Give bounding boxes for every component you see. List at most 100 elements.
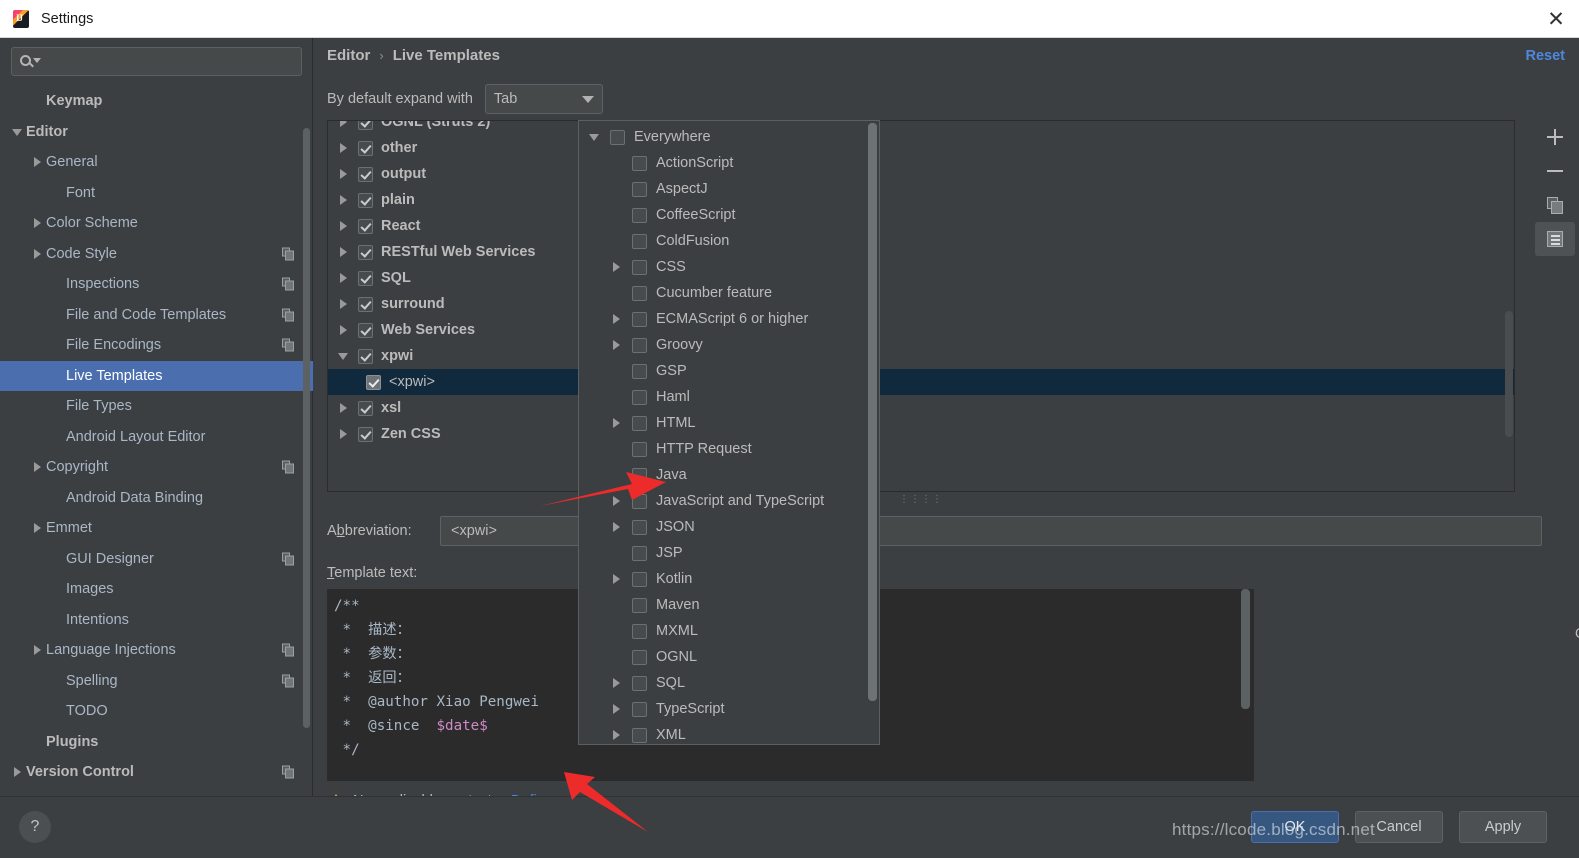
- add-template-button[interactable]: [1535, 120, 1575, 154]
- chevron-right-icon[interactable]: [30, 520, 46, 536]
- popup-scrollbar[interactable]: [868, 123, 877, 701]
- chevron-right-icon[interactable]: [609, 675, 625, 691]
- sidebar-item-plugins[interactable]: Plugins: [0, 727, 313, 758]
- template-group-row[interactable]: xpwi: [328, 343, 1514, 369]
- context-item-aspectj[interactable]: AspectJ: [579, 176, 879, 202]
- context-item-javascript-and-typescript[interactable]: JavaScript and TypeScript: [579, 488, 879, 514]
- panel-splitter[interactable]: ⋮⋮⋮⋮: [327, 494, 1515, 506]
- chevron-right-icon[interactable]: [609, 493, 625, 509]
- context-checkbox[interactable]: [632, 311, 647, 327]
- template-group-row[interactable]: other: [328, 135, 1514, 161]
- context-item-typescript[interactable]: TypeScript: [579, 696, 879, 722]
- sidebar-item-live-templates[interactable]: Live Templates: [0, 360, 313, 391]
- context-checkbox[interactable]: [632, 519, 647, 535]
- context-item-mxml[interactable]: MXML: [579, 618, 879, 644]
- context-item-haml[interactable]: Haml: [579, 384, 879, 410]
- template-editor-scrollbar[interactable]: [1241, 589, 1250, 709]
- template-enabled-checkbox[interactable]: [358, 244, 373, 260]
- template-enabled-checkbox[interactable]: [358, 218, 373, 234]
- chevron-right-icon[interactable]: [336, 166, 352, 182]
- template-enabled-checkbox[interactable]: [358, 322, 373, 338]
- context-checkbox[interactable]: [632, 675, 647, 691]
- sidebar-item-keymap[interactable]: Keymap: [0, 86, 313, 117]
- chevron-down-icon[interactable]: [587, 129, 603, 145]
- template-item[interactable]: <xpwi>: [328, 369, 1514, 395]
- context-item-everywhere[interactable]: Everywhere: [579, 124, 879, 150]
- context-item-jsp[interactable]: JSP: [579, 540, 879, 566]
- context-checkbox[interactable]: [610, 129, 625, 145]
- chevron-right-icon[interactable]: [609, 259, 625, 275]
- chevron-right-icon[interactable]: [10, 764, 26, 780]
- template-enabled-checkbox[interactable]: [358, 121, 373, 130]
- duplicate-template-button[interactable]: [1535, 188, 1575, 222]
- context-checkbox[interactable]: [632, 701, 647, 717]
- template-enabled-checkbox[interactable]: [358, 166, 373, 182]
- sidebar-item-language-injections[interactable]: Language Injections: [0, 635, 313, 666]
- template-enabled-checkbox[interactable]: [358, 400, 373, 416]
- sidebar-item-copyright[interactable]: Copyright: [0, 452, 313, 483]
- chevron-right-icon[interactable]: [609, 337, 625, 353]
- chevron-right-icon[interactable]: [336, 296, 352, 312]
- chevron-right-icon[interactable]: [609, 701, 625, 717]
- chevron-right-icon[interactable]: [30, 154, 46, 170]
- sidebar-item-file-encodings[interactable]: File Encodings: [0, 330, 313, 361]
- chevron-right-icon[interactable]: [336, 121, 352, 130]
- chevron-right-icon[interactable]: [336, 140, 352, 156]
- chevron-down-icon[interactable]: [10, 124, 26, 140]
- sidebar-item-spelling[interactable]: Spelling: [0, 666, 313, 697]
- context-item-groovy[interactable]: Groovy: [579, 332, 879, 358]
- restore-defaults-button[interactable]: [1535, 222, 1575, 256]
- context-item-sql[interactable]: SQL: [579, 670, 879, 696]
- template-enabled-checkbox[interactable]: [366, 374, 381, 390]
- sidebar-item-color-scheme[interactable]: Color Scheme: [0, 208, 313, 239]
- context-item-coldfusion[interactable]: ColdFusion: [579, 228, 879, 254]
- sidebar-item-android-data-binding[interactable]: Android Data Binding: [0, 483, 313, 514]
- sidebar-item-general[interactable]: General: [0, 147, 313, 178]
- shorten-fq-option-row[interactable]: Shorten FQ names: [1575, 724, 1579, 740]
- template-group-row[interactable]: Zen CSS: [328, 421, 1514, 447]
- sidebar-item-font[interactable]: Font: [0, 178, 313, 209]
- context-item-java[interactable]: Java: [579, 462, 879, 488]
- context-item-gsp[interactable]: GSP: [579, 358, 879, 384]
- context-checkbox[interactable]: [632, 545, 647, 561]
- context-checkbox[interactable]: [632, 207, 647, 223]
- context-item-coffeescript[interactable]: CoffeeScript: [579, 202, 879, 228]
- remove-template-button[interactable]: [1535, 154, 1575, 188]
- context-checkbox[interactable]: [632, 649, 647, 665]
- sidebar-item-intentions[interactable]: Intentions: [0, 605, 313, 636]
- default-expand-select[interactable]: Tab: [484, 84, 603, 114]
- chevron-right-icon[interactable]: [30, 246, 46, 262]
- template-enabled-checkbox[interactable]: [358, 426, 373, 442]
- template-group-row[interactable]: SQL: [328, 265, 1514, 291]
- search-input[interactable]: [11, 47, 302, 76]
- context-checkbox[interactable]: [632, 181, 647, 197]
- sidebar-item-todo[interactable]: TODO: [0, 696, 313, 727]
- template-group-row[interactable]: plain: [328, 187, 1514, 213]
- template-group-row[interactable]: xsl: [328, 395, 1514, 421]
- context-checkbox[interactable]: [632, 389, 647, 405]
- chevron-right-icon[interactable]: [30, 642, 46, 658]
- chevron-right-icon[interactable]: [609, 311, 625, 327]
- context-item-http-request[interactable]: HTTP Request: [579, 436, 879, 462]
- close-icon[interactable]: ✕: [1533, 0, 1579, 38]
- apply-button[interactable]: Apply: [1459, 811, 1547, 843]
- context-checkbox[interactable]: [632, 493, 647, 509]
- chevron-right-icon[interactable]: [336, 426, 352, 442]
- settings-tree[interactable]: Keymap Editor General Font Color Scheme Code …: [0, 86, 313, 796]
- template-enabled-checkbox[interactable]: [358, 140, 373, 156]
- template-group-row[interactable]: Web Services: [328, 317, 1514, 343]
- sidebar-item-android-layout-editor[interactable]: Android Layout Editor: [0, 422, 313, 453]
- context-checkbox[interactable]: [632, 259, 647, 275]
- chevron-right-icon[interactable]: [336, 218, 352, 234]
- chevron-right-icon[interactable]: [609, 727, 625, 743]
- sidebar-item-code-style[interactable]: Code Style: [0, 239, 313, 270]
- chevron-down-icon[interactable]: [336, 348, 352, 364]
- sidebar-item-file-and-code-templates[interactable]: File and Code Templates: [0, 300, 313, 331]
- context-item-kotlin[interactable]: Kotlin: [579, 566, 879, 592]
- template-group-row[interactable]: React: [328, 213, 1514, 239]
- context-item-ecmascript-6-or-higher[interactable]: ECMAScript 6 or higher: [579, 306, 879, 332]
- context-checkbox[interactable]: [632, 467, 647, 483]
- context-checkbox[interactable]: [632, 571, 647, 587]
- chevron-right-icon[interactable]: [336, 270, 352, 286]
- chevron-right-icon[interactable]: [336, 192, 352, 208]
